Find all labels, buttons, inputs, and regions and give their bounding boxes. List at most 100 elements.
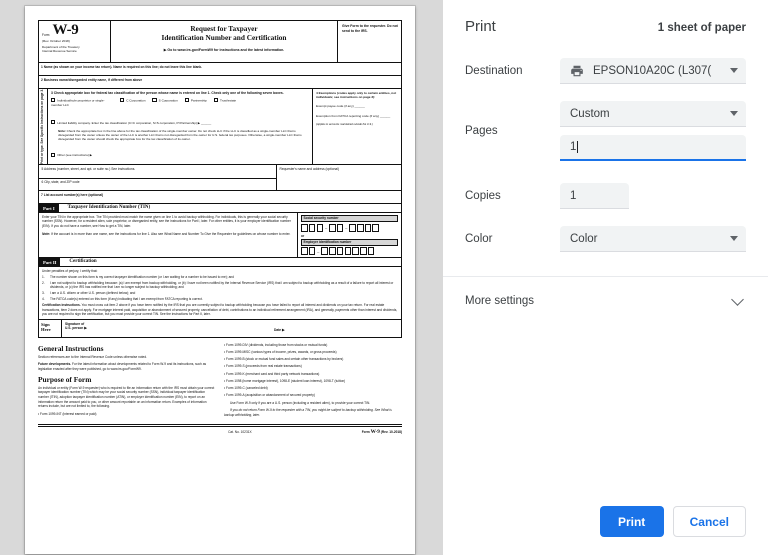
print-panel-header: Print 1 sheet of paper <box>443 0 768 35</box>
checkbox-icon[interactable] <box>51 98 56 103</box>
checkbox-icon[interactable] <box>120 98 125 103</box>
form-requester-field: Requester's name and address (optional) <box>279 166 340 171</box>
printer-icon <box>570 64 584 78</box>
checkbox-c-corporation[interactable]: C Corporation <box>120 98 145 107</box>
cancel-button[interactable]: Cancel <box>672 506 746 537</box>
print-preview-window: Form W-9 (Rev. October 2018) Department … <box>0 0 768 555</box>
signature-fields[interactable]: Signature of U.S. person ▶ Date ▶ <box>62 320 401 337</box>
form-line-5: 5 Address (number, street, and apt. or s… <box>41 166 136 171</box>
color-label: Color <box>465 233 493 245</box>
destination-select[interactable]: EPSON10A20C (L307( <box>560 58 746 84</box>
footer-rule <box>38 424 402 426</box>
form-classification-options: Individual/sole proprietor or single-mem… <box>51 98 309 107</box>
form-header-title-block: Request for Taxpayer Identification Numb… <box>111 21 338 62</box>
form-header: Form W-9 (Rev. October 2018) Department … <box>38 20 402 63</box>
tin-or-label: or <box>301 233 305 238</box>
form-line-3-label: 3 Check appropriate box for federal tax … <box>51 91 284 95</box>
color-value: Color <box>570 232 598 245</box>
general-instructions-heading: General Instructions <box>38 343 104 353</box>
checkbox-icon[interactable] <box>213 98 218 103</box>
certification-item-1: 1. The number shown on this form is my co… <box>42 275 234 280</box>
ssn-boxes[interactable]: – – <box>301 223 398 232</box>
certification-instructions-text: You must cross out item 2 above if you h… <box>42 303 398 317</box>
tin-number-boxes: Social security number – – or Employer i… <box>298 213 401 257</box>
form-revision-line-1: (Rev. October 2018) <box>42 39 70 44</box>
form-line-7-label: 7 List account number(s) here (optional) <box>41 192 104 197</box>
print-button[interactable]: Print <box>599 506 664 537</box>
pages-label: Pages <box>465 125 498 137</box>
checkbox-trust-estate-label: Trust/estate <box>219 98 237 103</box>
exempt-payee-code: Exempt payee code (if any) ______ <box>316 104 365 109</box>
bullet-1099-b: • Form 1099-B (stock or mutual fund sale… <box>224 357 344 362</box>
sign-here-tag: Sign Here <box>39 319 62 337</box>
copies-value: 1 <box>570 189 577 202</box>
pages-custom-input[interactable]: 1 <box>560 135 746 161</box>
purpose-bullet-1099int: • Form 1099-INT (interest earned or paid… <box>38 411 97 416</box>
checkbox-icon[interactable] <box>51 152 56 157</box>
form-line-7: 7 List account number(s) here (optional) <box>38 191 402 205</box>
footer-form-word: Form <box>361 430 370 435</box>
checkbox-s-corporation[interactable]: S Corporation <box>152 98 178 107</box>
ssn-label: Social security number <box>301 214 398 223</box>
form-number: W-9 <box>52 22 79 38</box>
form-header-left: Form W-9 (Rev. October 2018) Department … <box>39 21 111 62</box>
exemptions-note: (Applies to accounts maintained outside … <box>316 122 373 126</box>
certification-item-4-text: The FATCA code(s) entered on this form (… <box>50 297 203 302</box>
checkbox-icon[interactable] <box>152 98 157 103</box>
checkbox-other-label: Other (see instructions) ▶ <box>57 153 93 158</box>
certification-item-1-text: The number shown on this form is my corr… <box>50 275 234 280</box>
part-2-body: Under penalties of perjury, I certify th… <box>38 267 402 320</box>
certification-item-4: 4. The FATCA code(s) entered on this form… <box>42 297 203 302</box>
form-vertical-sidebar-text: Print or type. See Specific Instructions… <box>40 89 45 165</box>
more-settings-label: More settings <box>465 295 535 307</box>
fatca-code: Exemption from FATCA reporting code (if … <box>316 113 391 118</box>
print-preview-pane: Form W-9 (Rev. October 2018) Department … <box>0 0 443 555</box>
form-classification-block: Print or type. See Specific Instructions… <box>38 89 402 166</box>
checkbox-llc[interactable]: Limited liability company. Enter the tax… <box>51 111 309 129</box>
bullet-1098: • Form 1098 (home mortgage interest), 10… <box>224 378 346 383</box>
sign-here-line-2: Here <box>41 326 51 332</box>
color-select[interactable]: Color <box>560 226 746 252</box>
checkbox-other[interactable]: Other (see instructions) ▶ <box>51 143 309 161</box>
part-1-note-label: Note: <box>42 231 51 236</box>
part-1-title: Taxpayer Identification Number (TIN) <box>67 205 151 211</box>
right-column-para-2: If you do not return Form W-9 to the req… <box>224 408 392 417</box>
ein-boxes[interactable]: – <box>301 247 398 256</box>
form-subtitle: ▶ Go to www.irs.gov/FormW9 for instructi… <box>163 48 285 53</box>
part-1-tag: Part I <box>39 204 59 212</box>
footer-form-id: Form W-9 (Rev. 10-2018) <box>362 429 402 435</box>
checkbox-s-corporation-label: S Corporation <box>158 98 178 103</box>
form-line-2: 2 Business name/disregarded entity name,… <box>38 76 402 89</box>
dialog-actions: Print Cancel <box>599 506 746 537</box>
chevron-down-icon[interactable] <box>730 68 738 73</box>
checkbox-trust-estate[interactable]: Trust/estate <box>213 98 237 107</box>
bullet-1099-misc: • Form 1099-MISC (various types of incom… <box>224 349 337 354</box>
pages-select[interactable]: Custom <box>560 101 746 127</box>
checkbox-icon[interactable] <box>184 98 189 103</box>
certification-item-2-text: I am not subject to backup withholding b… <box>50 281 394 290</box>
part-1-paragraph: Enter your TIN in the appropriate box. T… <box>42 214 291 228</box>
chevron-down-icon[interactable] <box>730 236 738 241</box>
more-settings-row[interactable]: More settings <box>443 292 768 307</box>
chevron-down-icon[interactable] <box>730 111 738 116</box>
form-line-2-label: 2 Business name/disregarded entity name,… <box>41 77 143 82</box>
checkbox-individual[interactable]: Individual/sole proprietor or single-mem… <box>51 98 113 107</box>
copies-input[interactable]: 1 <box>560 183 629 209</box>
form-line-1: 1 Name (as shown on your income tax retu… <box>38 63 402 76</box>
bullet-1099-c: • Form 1099-C (canceled debt) <box>224 386 268 391</box>
text-cursor <box>576 141 578 153</box>
chevron-down-icon[interactable] <box>731 292 744 306</box>
footer-form-rev: (Rev. 10-2018) <box>380 430 402 435</box>
part-2-title: Certification <box>69 259 97 265</box>
form-word-label: Form <box>42 33 50 38</box>
bullet-1099-k: • Form 1099-K (merchant card and third p… <box>224 371 320 376</box>
form-title-line-2: Identification Number and Certification <box>161 32 287 42</box>
footer-form-number: W-9 <box>370 429 380 436</box>
checkbox-partnership[interactable]: Partnership <box>184 98 207 107</box>
form-line-4-exemptions: 4 Exemptions (codes apply only to certai… <box>313 89 401 164</box>
part-2-tag: Part II <box>39 258 61 267</box>
general-instructions-p1: Section references are to the Internal R… <box>38 354 147 359</box>
checkbox-icon[interactable] <box>51 120 56 125</box>
checkbox-partnership-label: Partnership <box>190 98 207 103</box>
signature-block: Sign Here Signature of U.S. person ▶ Dat… <box>38 319 402 338</box>
